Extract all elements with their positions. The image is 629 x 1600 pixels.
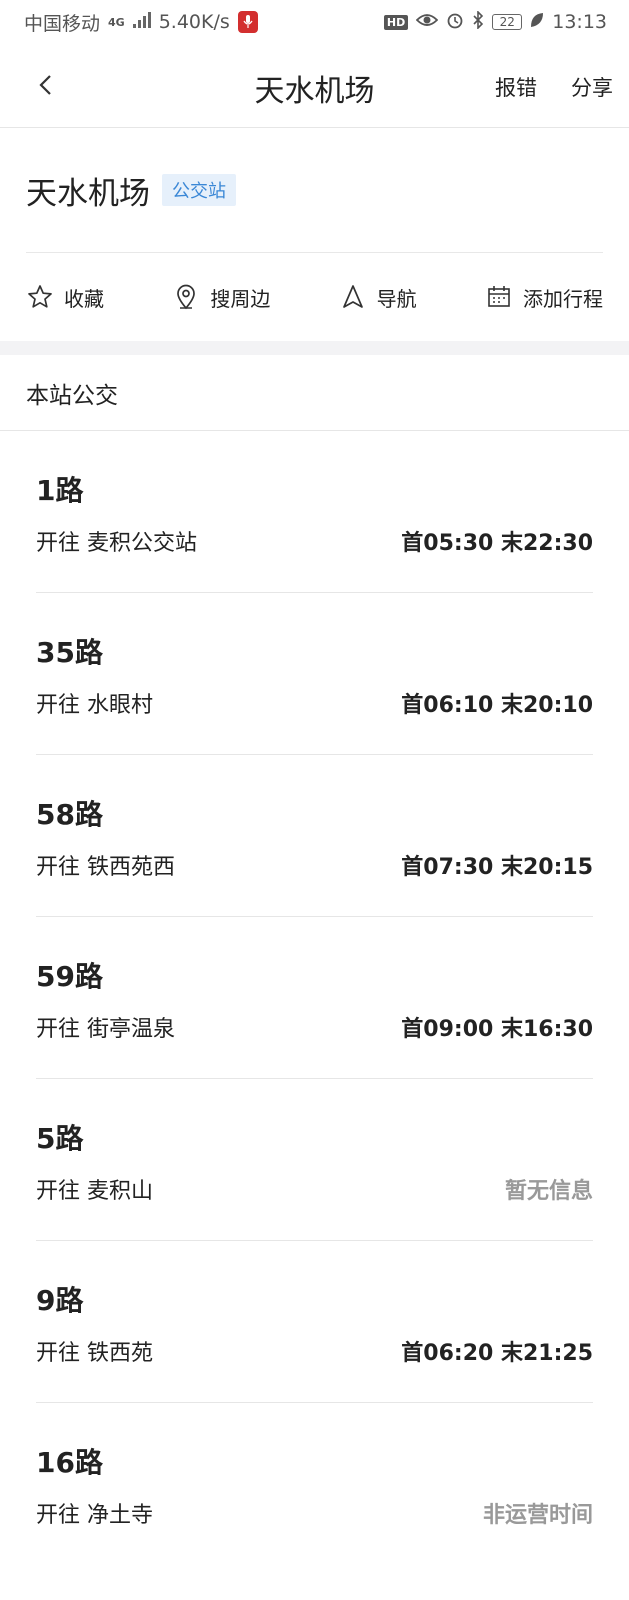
- route-info: 开往 麦积公交站 首05:30 末22:30: [36, 525, 593, 557]
- route-destination: 开往 街亭温泉: [36, 1017, 175, 1042]
- route-name: 16路: [36, 1446, 103, 1479]
- route-info: 开往 麦积山 暂无信息: [36, 1173, 593, 1205]
- eye-icon: [415, 11, 439, 33]
- route-destination: 开往 水眼村: [36, 693, 153, 718]
- route-destination: 开往 铁西苑西: [36, 855, 175, 880]
- route-schedule: 首09:00 末16:30: [401, 1017, 593, 1042]
- signal-icon: [132, 11, 151, 33]
- route-item[interactable]: 9路 开往 铁西苑 首06:20 末21:25: [36, 1241, 593, 1403]
- search-nearby-label: 搜周边: [210, 286, 271, 311]
- chevron-left-icon: [39, 75, 51, 95]
- clock-time: 13:13: [552, 11, 607, 33]
- nav-actions: 报错 分享: [495, 72, 613, 102]
- carrier-label: 中国移动: [24, 12, 101, 35]
- route-destination: 开往 净土寺: [36, 1503, 153, 1528]
- navigation-arrow-icon: [342, 285, 363, 308]
- add-itinerary-label: 添加行程: [522, 286, 603, 311]
- route-schedule: 首06:20 末21:25: [401, 1341, 593, 1366]
- route-destination: 开往 麦积山: [36, 1179, 153, 1204]
- section-title: 本站公交: [0, 355, 629, 431]
- alarm-icon: [446, 11, 464, 34]
- route-schedule: 首05:30 末22:30: [401, 531, 593, 556]
- favorite-label: 收藏: [64, 286, 104, 311]
- route-destination: 开往 麦积公交站: [36, 531, 197, 556]
- route-item[interactable]: 59路 开往 街亭温泉 首09:00 末16:30: [36, 917, 593, 1079]
- microphone-icon: [237, 11, 258, 33]
- route-schedule: 首07:30 末20:15: [401, 855, 593, 880]
- route-item[interactable]: 16路 开往 净土寺 非运营时间: [36, 1403, 593, 1565]
- navigate-label: 导航: [376, 286, 417, 311]
- station-block: 天水机场 公交站 收藏 搜周边 导航 添加行程: [0, 128, 629, 341]
- network-label: 4G: [108, 15, 125, 29]
- location-pin-icon: [177, 284, 196, 310]
- search-nearby-button[interactable]: 搜周边: [172, 283, 270, 312]
- hd-icon: HD: [383, 14, 409, 30]
- route-info: 开往 街亭温泉 首09:00 末16:30: [36, 1011, 593, 1043]
- route-name: 58路: [36, 798, 103, 831]
- add-itinerary-button[interactable]: 添加行程: [485, 283, 603, 312]
- route-item[interactable]: 5路 开往 麦积山 暂无信息: [36, 1079, 593, 1241]
- route-destination: 开往 铁西苑: [36, 1341, 153, 1366]
- route-info: 开往 铁西苑 首06:20 末21:25: [36, 1335, 593, 1367]
- nav-bar: 天水机场 报错 分享: [0, 44, 629, 128]
- route-list: 1路 开往 麦积公交站 首05:30 末22:30 35路 开往 水眼村 首06…: [0, 431, 629, 1565]
- route-item[interactable]: 58路 开往 铁西苑西 首07:30 末20:15: [36, 755, 593, 917]
- net-speed: 5.40K/s: [158, 11, 230, 33]
- status-left: 中国移动 4G 5.40K/s: [24, 9, 258, 36]
- favorite-button[interactable]: 收藏: [26, 283, 104, 312]
- route-item[interactable]: 1路 开往 麦积公交站 首05:30 末22:30: [36, 431, 593, 593]
- leaf-icon: [530, 11, 544, 33]
- route-info: 开往 净土寺 非运营时间: [36, 1497, 593, 1529]
- route-name: 35路: [36, 636, 103, 669]
- route-schedule: 首06:10 末20:10: [401, 693, 593, 718]
- section-divider: [0, 341, 629, 355]
- route-name: 59路: [36, 960, 103, 993]
- route-schedule: 暂无信息: [504, 1179, 593, 1204]
- bluetooth-icon: [472, 9, 484, 34]
- status-bar: 中国移动 4G 5.40K/s HD 22 13:13: [0, 0, 629, 44]
- calendar-icon: [488, 286, 510, 307]
- station-type-badge: 公交站: [162, 174, 236, 206]
- battery-icon: 22: [492, 14, 523, 30]
- navigate-button[interactable]: 导航: [339, 283, 417, 312]
- station-header: 天水机场 公交站: [26, 128, 603, 253]
- star-icon: [28, 285, 52, 308]
- route-name: 9路: [36, 1284, 84, 1317]
- back-button[interactable]: [30, 70, 60, 100]
- report-error-button[interactable]: 报错: [495, 72, 537, 102]
- route-info: 开往 铁西苑西 首07:30 末20:15: [36, 849, 593, 881]
- action-row: 收藏 搜周边 导航 添加行程: [26, 253, 603, 341]
- status-right: HD 22 13:13: [383, 9, 607, 34]
- battery-level: 22: [499, 15, 515, 29]
- station-name: 天水机场: [26, 175, 150, 212]
- route-name: 1路: [36, 474, 84, 507]
- share-button[interactable]: 分享: [571, 72, 613, 102]
- route-schedule: 非运营时间: [482, 1503, 593, 1528]
- route-item[interactable]: 35路 开往 水眼村 首06:10 末20:10: [36, 593, 593, 755]
- route-name: 5路: [36, 1122, 84, 1155]
- route-info: 开往 水眼村 首06:10 末20:10: [36, 687, 593, 719]
